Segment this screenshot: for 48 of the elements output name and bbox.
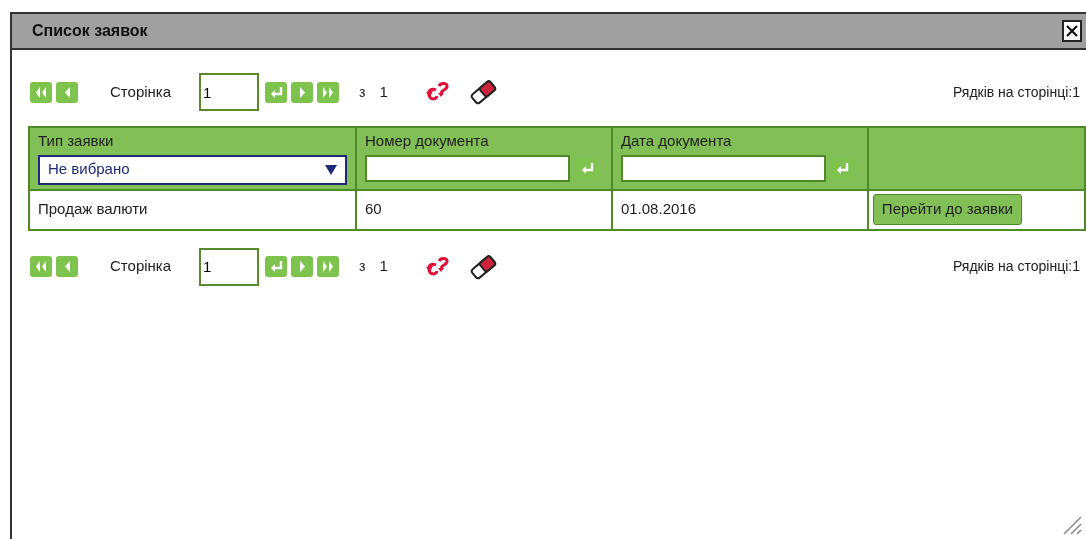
total-pages: 1: [379, 256, 388, 277]
open-request-button[interactable]: Перейти до заявки: [872, 194, 1022, 225]
double-left-arrow-icon: [35, 85, 47, 99]
right-arrow-icon: [298, 260, 306, 273]
of-label: з: [359, 82, 366, 102]
table-cell: Продаж валюти: [38, 200, 148, 218]
enter-arrow-icon: [269, 260, 283, 273]
column-header: Дата документа: [620, 131, 733, 151]
close-button[interactable]: [1062, 20, 1082, 42]
go-to-page-button[interactable]: [265, 256, 288, 277]
rows-per-page-label: Рядків на сторінці:1: [952, 257, 1081, 276]
first-page-button[interactable]: [30, 256, 52, 277]
previous-page-button[interactable]: [56, 256, 78, 277]
double-right-arrow-icon: [322, 85, 335, 99]
enter-arrow-icon: [836, 161, 850, 175]
page-input[interactable]: 1: [199, 247, 260, 286]
column-header: Номер документа: [365, 131, 490, 151]
total-pages: 1: [379, 81, 388, 102]
table-cell: 60: [365, 200, 382, 218]
next-page-button[interactable]: [291, 81, 314, 103]
first-page-button[interactable]: [30, 81, 52, 103]
filter-input[interactable]: [365, 154, 570, 182]
last-page-button[interactable]: [317, 256, 340, 277]
go-to-page-button[interactable]: [265, 81, 288, 103]
table-cell: 01.08.2016: [620, 200, 696, 218]
page-input[interactable]: 1: [199, 73, 260, 111]
double-left-arrow-icon: [35, 260, 47, 273]
column-header: Тип заявки: [38, 131, 115, 151]
filter-input[interactable]: [620, 154, 826, 182]
left-arrow-icon: [63, 85, 71, 99]
rows-per-page-label: Рядків на сторінці:1: [952, 82, 1081, 102]
left-arrow-icon: [63, 260, 71, 273]
right-arrow-icon: [298, 85, 306, 99]
enter-arrow-icon: [580, 161, 594, 175]
apply-filter-button[interactable]: [576, 157, 598, 179]
of-label: з: [359, 257, 366, 276]
apply-filter-button[interactable]: [831, 157, 854, 179]
last-page-button[interactable]: [317, 81, 340, 103]
enter-arrow-icon: [269, 85, 283, 99]
dropdown-arrow-icon: [325, 164, 337, 175]
close-icon: [1065, 24, 1079, 38]
type-select[interactable]: Не вибрано: [38, 154, 347, 185]
page-label: Сторінка: [110, 81, 172, 102]
page-label: Сторінка: [110, 256, 172, 277]
window-title: Список заявок: [32, 21, 148, 41]
double-right-arrow-icon: [322, 260, 335, 273]
previous-page-button[interactable]: [56, 81, 78, 103]
next-page-button[interactable]: [291, 256, 314, 277]
